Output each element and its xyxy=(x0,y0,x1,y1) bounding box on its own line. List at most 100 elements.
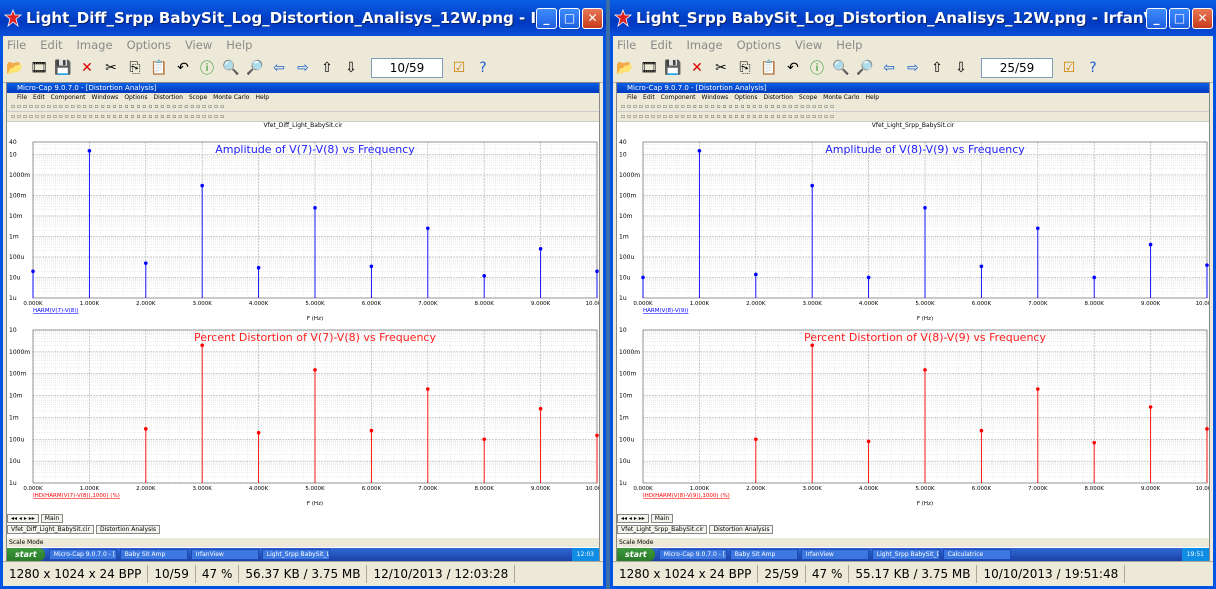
previous-icon[interactable]: ⇦ xyxy=(879,58,899,78)
inner-taskbar: start Micro-Cap 9.0.7.0 - [... Baby Sit … xyxy=(617,548,1209,561)
next-icon[interactable]: ⇨ xyxy=(903,58,923,78)
save-icon[interactable]: 💾 xyxy=(663,58,683,78)
save-icon[interactable]: 💾 xyxy=(53,58,73,78)
menu-view[interactable]: View xyxy=(795,38,822,52)
last-icon[interactable]: ⇩ xyxy=(341,58,361,78)
undo-icon[interactable]: ↶ xyxy=(173,58,193,78)
zoom-level: 47 % xyxy=(196,565,240,583)
taskbar-item[interactable]: IrfanView xyxy=(190,549,259,560)
maximize-button[interactable]: □ xyxy=(1169,7,1190,29)
page-index: 25/59 xyxy=(758,565,806,583)
y-tick-label: 10 xyxy=(619,327,627,334)
info-icon[interactable]: ⓘ xyxy=(197,58,217,78)
zoom-out-icon[interactable]: 🔎 xyxy=(245,58,265,78)
menu-file[interactable]: File xyxy=(7,38,26,52)
maximize-button[interactable]: □ xyxy=(559,7,580,29)
page-tabs: ◂◂ ◂ ▸ ▸▸ Main xyxy=(7,514,599,523)
open-folder-icon[interactable]: 📂 xyxy=(615,58,635,78)
harmonic-point xyxy=(256,265,261,270)
chart-title: Percent Distortion of V(7)-V(8) vs Frequ… xyxy=(194,331,436,344)
tab-main[interactable]: Main xyxy=(650,514,674,523)
status-bar: 1280 x 1024 x 24 BPP 10/59 47 % 56.37 KB… xyxy=(3,561,603,586)
copy-icon[interactable]: ⎘ xyxy=(735,58,755,78)
cut-icon[interactable]: ✂ xyxy=(101,58,121,78)
help-icon[interactable]: ? xyxy=(473,58,493,78)
first-icon[interactable]: ⇧ xyxy=(317,58,337,78)
previous-icon[interactable]: ⇦ xyxy=(269,58,289,78)
zoom-out-icon[interactable]: 🔎 xyxy=(855,58,875,78)
close-button[interactable]: ✕ xyxy=(582,7,603,29)
menu-options[interactable]: Options xyxy=(127,38,171,52)
menu-help[interactable]: Help xyxy=(836,38,862,52)
last-icon[interactable]: ⇩ xyxy=(951,58,971,78)
menu-options[interactable]: Options xyxy=(737,38,781,52)
delete-icon[interactable]: ✕ xyxy=(687,58,707,78)
info-icon[interactable]: ⓘ xyxy=(807,58,827,78)
start-button[interactable]: start xyxy=(617,548,655,561)
menu-image[interactable]: Image xyxy=(77,38,113,52)
filmstrip-icon[interactable]: 🎞 xyxy=(639,58,659,78)
start-button[interactable]: start xyxy=(7,548,45,561)
x-tick-label: 0.000K xyxy=(23,486,43,492)
taskbar-item[interactable]: Micro-Cap 9.0.7.0 - [... xyxy=(48,549,117,560)
help-icon[interactable]: ? xyxy=(1083,58,1103,78)
taskbar-item[interactable]: Light_Srpp BabySit_D... xyxy=(871,549,940,560)
y-tick-label: 40 xyxy=(619,139,627,146)
x-tick-label: 1.000K xyxy=(690,301,710,307)
inner-taskbar: start Micro-Cap 9.0.7.0 - [... Baby Sit … xyxy=(7,548,599,561)
tab-circuit[interactable]: Vfet_Diff_Light_BabySit.cir xyxy=(7,525,94,534)
tab-distortion[interactable]: Distortion Analysis xyxy=(95,525,161,534)
tab-distortion[interactable]: Distortion Analysis xyxy=(709,525,774,534)
paste-icon[interactable]: 📋 xyxy=(149,58,169,78)
taskbar-item[interactable]: Baby Sit Amp xyxy=(119,549,188,560)
taskbar-item[interactable]: Calculatrice xyxy=(942,549,1011,560)
menu-edit[interactable]: Edit xyxy=(650,38,672,52)
menu-image[interactable]: Image xyxy=(687,38,723,52)
zoom-in-icon[interactable]: 🔍 xyxy=(831,58,851,78)
minimize-button[interactable]: _ xyxy=(536,7,557,29)
microcap-menu: File Edit Component Windows Options Distortio… xyxy=(7,93,599,102)
y-tick-label: 100u xyxy=(9,254,24,261)
tab-circuit[interactable]: Vfet_Light_Srpp_BabySit.cir xyxy=(617,525,708,534)
menu-file[interactable]: File xyxy=(617,38,636,52)
x-tick-label: 4.000K xyxy=(249,301,269,307)
title-bar[interactable]: Light_Srpp BabySit_Log_Distortion_Analis… xyxy=(610,0,1216,36)
minimize-button[interactable]: _ xyxy=(1146,7,1167,29)
x-tick-label: 9.000K xyxy=(1141,301,1161,307)
menu-edit[interactable]: Edit xyxy=(40,38,62,52)
next-icon[interactable]: ⇨ xyxy=(293,58,313,78)
x-tick-label: 3.000K xyxy=(803,301,823,307)
menu-help[interactable]: Help xyxy=(226,38,252,52)
open-folder-icon[interactable]: 📂 xyxy=(5,58,25,78)
page-number-field[interactable]: 10/59 xyxy=(371,58,443,78)
menu-view[interactable]: View xyxy=(185,38,212,52)
taskbar-item[interactable]: Micro-Cap 9.0.7.0 - [... xyxy=(658,549,727,560)
title-bar[interactable]: Light_Diff_Srpp BabySit_Log_Distortion_A… xyxy=(0,0,606,36)
y-tick-label: 1m xyxy=(9,414,19,421)
filmstrip-icon[interactable]: 🎞 xyxy=(29,58,49,78)
first-icon[interactable]: ⇧ xyxy=(927,58,947,78)
tab-nav[interactable]: ◂◂ ◂ ▸ ▸▸ xyxy=(7,514,39,523)
tab-main[interactable]: Main xyxy=(40,514,64,523)
taskbar-item[interactable]: IrfanView xyxy=(800,549,869,560)
scale-mode-status: Scale Mode xyxy=(617,538,1209,547)
undo-icon[interactable]: ↶ xyxy=(783,58,803,78)
page-number-field[interactable]: 25/59 xyxy=(981,58,1053,78)
taskbar-item[interactable]: Baby Sit Amp xyxy=(729,549,798,560)
checkbox-icon[interactable]: ☑ xyxy=(449,58,469,78)
x-tick-label: 10.000K xyxy=(1196,301,1210,307)
taskbar-item[interactable]: Light_Srpp BabySit_L... xyxy=(261,549,330,560)
paste-icon[interactable]: 📋 xyxy=(759,58,779,78)
close-button[interactable]: ✕ xyxy=(1192,7,1213,29)
y-tick-label: 100u xyxy=(619,436,634,443)
delete-icon[interactable]: ✕ xyxy=(77,58,97,78)
y-tick-label: 1000m xyxy=(9,349,30,356)
x-axis-label: F (Hz) xyxy=(307,501,323,507)
checkbox-icon[interactable]: ☑ xyxy=(1059,58,1079,78)
page-index: 10/59 xyxy=(148,565,196,583)
copy-icon[interactable]: ⎘ xyxy=(125,58,145,78)
tab-nav[interactable]: ◂◂ ◂ ▸ ▸▸ xyxy=(617,514,649,523)
x-tick-label: 0.000K xyxy=(633,486,653,492)
cut-icon[interactable]: ✂ xyxy=(711,58,731,78)
zoom-in-icon[interactable]: 🔍 xyxy=(221,58,241,78)
